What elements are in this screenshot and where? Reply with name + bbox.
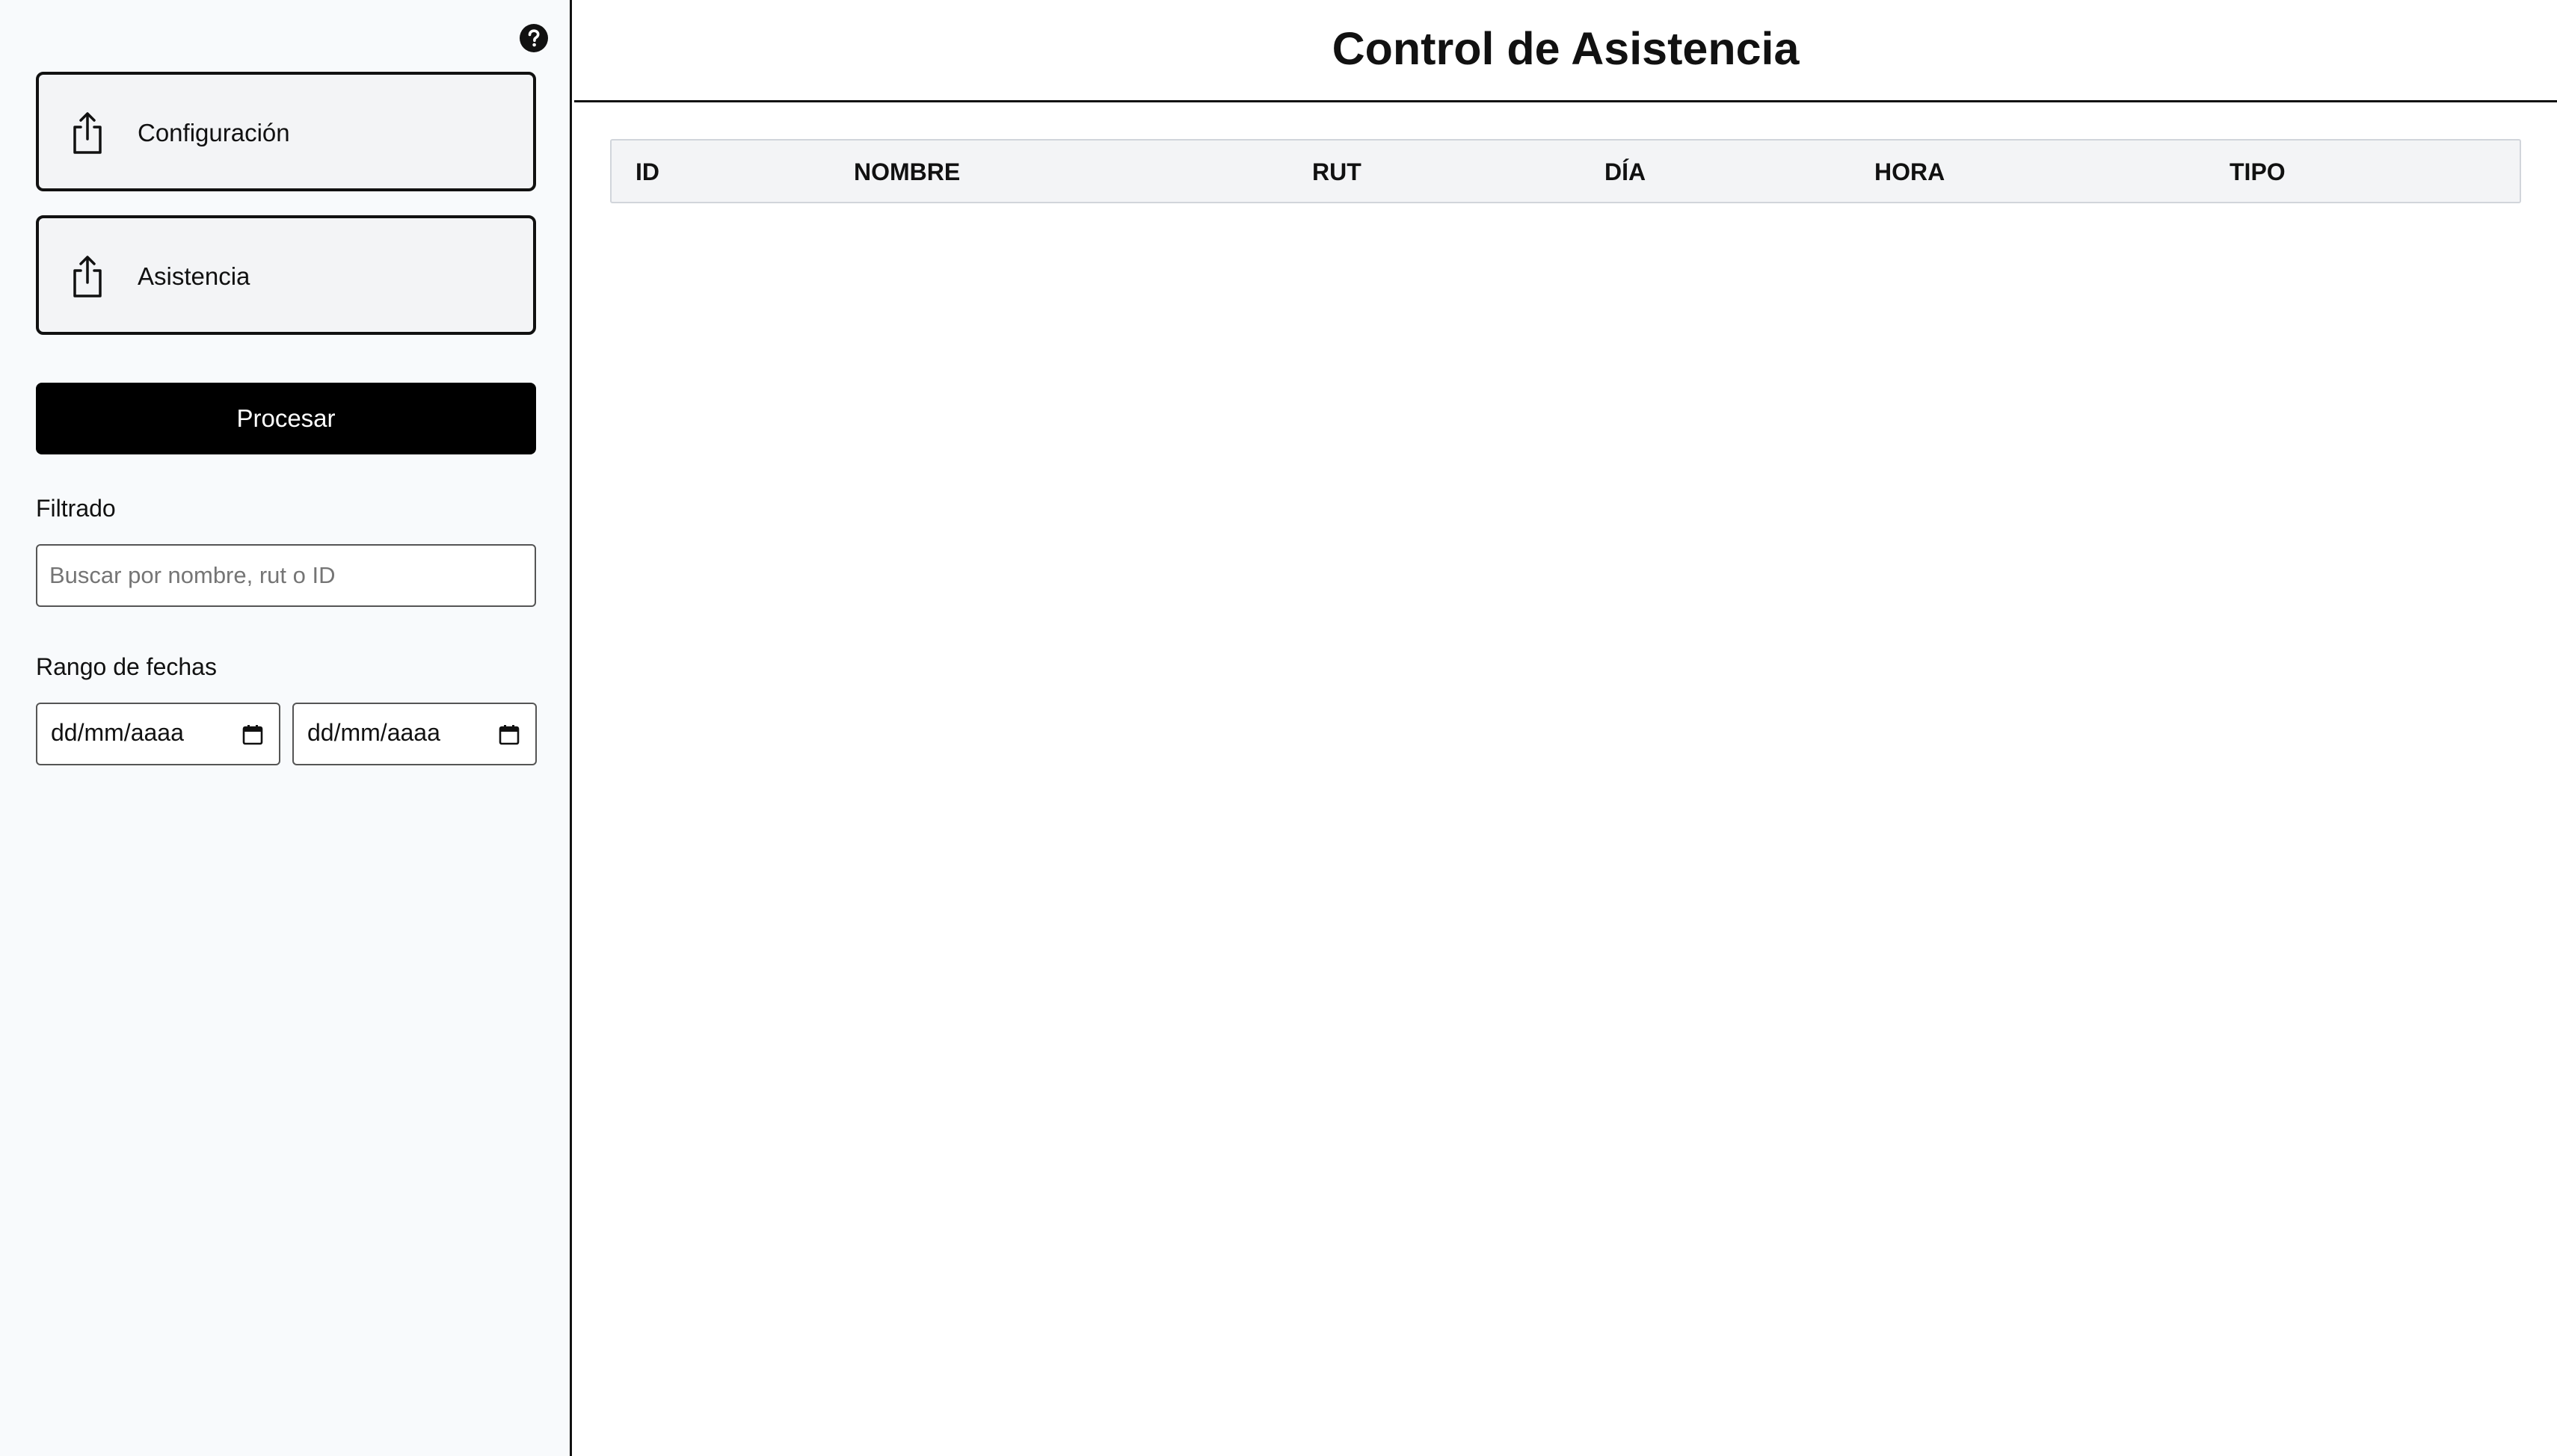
start-date-input[interactable]: dd/mm/aaaa — [36, 703, 280, 765]
start-date-value: dd/mm/aaaa — [51, 719, 184, 746]
upload-configuracion-label: Configuración — [138, 119, 290, 146]
end-date-input[interactable]: dd/mm/aaaa — [292, 703, 537, 765]
column-header-hora[interactable]: HORA — [1874, 158, 1945, 186]
app-window: Configuración Asistencia Procesar Filtra… — [0, 0, 2557, 1456]
rango-de-fechas-label: Rango de fechas — [36, 653, 217, 680]
share-upload-icon — [73, 256, 102, 297]
page-title: Control de Asistencia — [1332, 23, 1800, 74]
title-divider — [574, 100, 2557, 102]
table-header: ID NOMBRE RUT DÍA HORA TIPO — [610, 139, 2521, 203]
column-header-id[interactable]: ID — [636, 158, 659, 186]
upload-configuracion-button[interactable]: Configuración — [36, 72, 536, 191]
calendar-icon[interactable] — [241, 724, 264, 746]
share-upload-icon — [73, 112, 102, 154]
upload-asistencia-button[interactable]: Asistencia — [36, 215, 536, 335]
main-content: Control de Asistencia ID NOMBRE RUT DÍA … — [574, 0, 2557, 1456]
column-header-tipo[interactable]: TIPO — [2230, 158, 2286, 186]
question-circle-icon[interactable] — [519, 23, 549, 53]
column-header-dia[interactable]: DÍA — [1604, 158, 1646, 186]
column-header-rut[interactable]: RUT — [1312, 158, 1361, 186]
procesar-button[interactable]: Procesar — [36, 383, 536, 454]
end-date-value: dd/mm/aaaa — [307, 719, 440, 746]
column-header-nombre[interactable]: NOMBRE — [854, 158, 960, 186]
search-input[interactable] — [36, 544, 536, 607]
filtrado-label: Filtrado — [36, 495, 116, 522]
calendar-icon[interactable] — [498, 724, 520, 746]
sidebar: Configuración Asistencia Procesar Filtra… — [0, 0, 572, 1456]
upload-asistencia-label: Asistencia — [138, 262, 250, 290]
